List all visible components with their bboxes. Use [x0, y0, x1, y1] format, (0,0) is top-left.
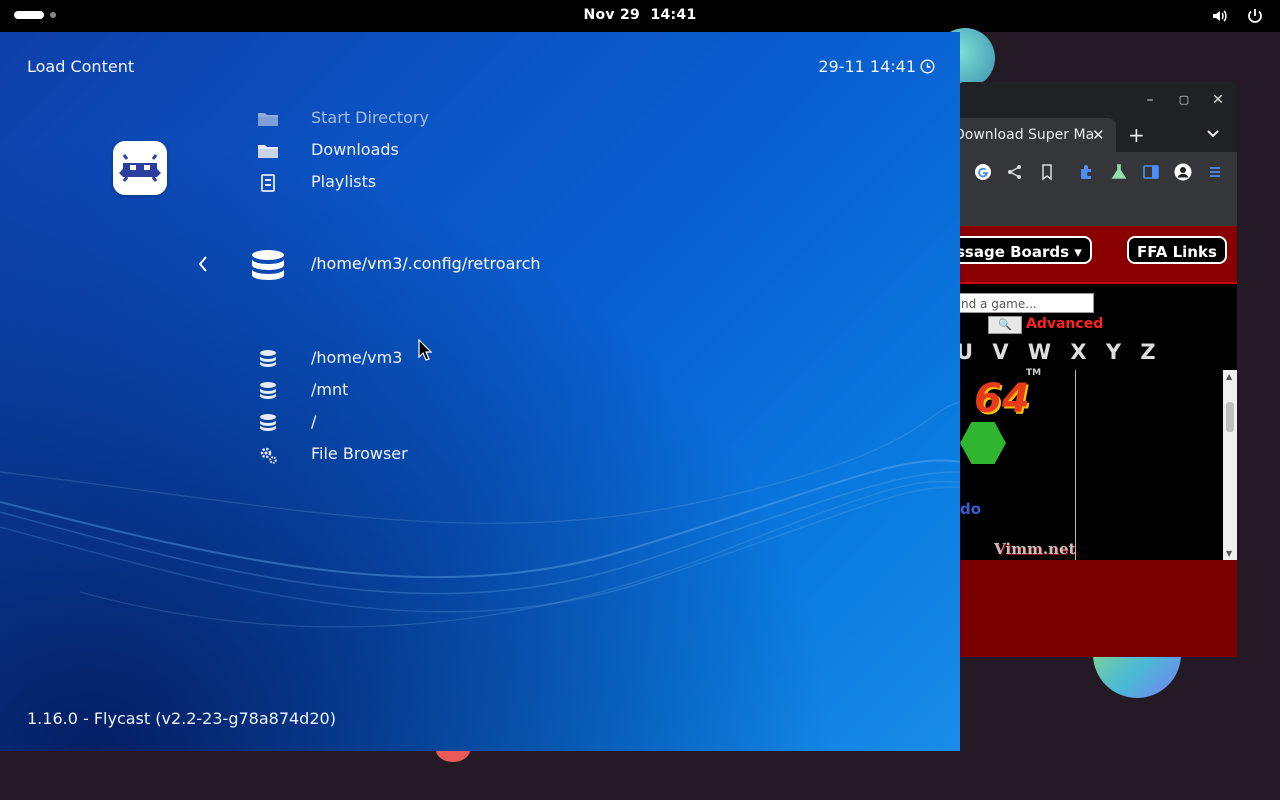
alphabet-links[interactable]: U V W X Y Z	[958, 340, 1162, 364]
scroll-down-icon[interactable]: ▼	[1226, 549, 1232, 558]
site-logo[interactable]: Vimm.net	[994, 540, 1075, 558]
folder-icon	[258, 113, 278, 126]
menu-item-label: /home/vm3/.config/retroarch	[311, 254, 541, 273]
menu-item-home-vm3[interactable]: /home/vm3	[255, 343, 755, 375]
page-title: Load Content	[27, 57, 135, 76]
menu-item-start-directory[interactable]: Start Directory	[255, 103, 755, 135]
folder-icon	[258, 145, 278, 158]
game-search-input[interactable]: nd a game...	[958, 293, 1094, 313]
profile-avatar-icon[interactable]	[1174, 163, 1192, 181]
ffa-links-button[interactable]: FFA Links	[1127, 236, 1227, 264]
browser-toolbar	[958, 152, 1237, 192]
retroarch-clock-text: 29-11 14:41	[818, 57, 916, 76]
browser-tab[interactable]: Download Super Ma ✕	[958, 118, 1116, 152]
menu-item-root[interactable]: /	[255, 407, 755, 439]
clock[interactable]: Nov 29 14:41	[0, 7, 1280, 23]
page-nav-bar: ssage Boards ▾ FFA Links	[958, 226, 1237, 284]
retroarch-window[interactable]: Load Content 29-11 14:41 Start Directory…	[0, 32, 960, 751]
content-divider	[1075, 370, 1076, 560]
scroll-up-icon[interactable]: ▲	[1226, 372, 1232, 381]
search-button[interactable]: 🔍	[988, 316, 1022, 334]
invader-icon	[119, 154, 161, 182]
playlist-icon	[261, 174, 275, 192]
menu-item-file-browser[interactable]: File Browser	[255, 439, 755, 471]
database-icon	[260, 414, 276, 431]
message-boards-button[interactable]: ssage Boards ▾	[958, 236, 1092, 264]
menu-item-label: Downloads	[311, 140, 399, 159]
menu-item-playlists[interactable]: Playlists	[255, 167, 755, 199]
advanced-search-link[interactable]: Advanced	[1026, 316, 1103, 332]
clock-date[interactable]: Nov 29	[583, 7, 640, 23]
menu-item-label: Playlists	[311, 172, 377, 191]
page-content: nd a game... 🔍 Advanced U V W X Y Z TM 6…	[958, 284, 1237, 560]
bookmarks-bar	[958, 192, 1237, 227]
bookmark-icon[interactable]	[1038, 163, 1056, 181]
n64-logo-number: 64	[974, 376, 1030, 422]
menu-item-label: Start Directory	[311, 108, 429, 127]
close-icon[interactable]: ✕	[1210, 92, 1226, 108]
database-icon	[260, 382, 276, 399]
version-label: 1.16.0 - Flycast (v2.2-23-g78a874d20)	[27, 709, 336, 728]
menu-item-label: /	[311, 412, 317, 431]
retroarch-logo-icon	[113, 141, 167, 195]
menu-item-mnt[interactable]: /mnt	[255, 375, 755, 407]
gears-icon	[260, 447, 277, 464]
google-icon[interactable]	[974, 163, 992, 181]
mouse-cursor-icon	[418, 339, 432, 361]
clock-time[interactable]: 14:41	[650, 7, 696, 23]
clock-icon	[920, 59, 935, 74]
browser-titlebar[interactable]: – ▢ ✕	[958, 82, 1237, 118]
browser-tab-strip: Download Super Ma ✕ +	[958, 118, 1237, 152]
system-tray[interactable]	[1199, 7, 1264, 25]
scroll-thumb[interactable]	[1226, 402, 1234, 432]
back-arrow-icon[interactable]	[195, 254, 211, 274]
volume-icon[interactable]	[1211, 7, 1229, 25]
n64-logo-shape	[960, 422, 1006, 464]
minimize-icon[interactable]: –	[1142, 92, 1158, 108]
page-scrollbar[interactable]: ▲ ▼	[1223, 370, 1237, 560]
browser-tab-title: Download Super Ma	[958, 127, 1095, 143]
menu-item-label: /home/vm3	[311, 348, 403, 367]
share-icon[interactable]	[1006, 163, 1024, 181]
extensions-icon[interactable]	[1078, 163, 1096, 181]
power-icon[interactable]	[1246, 7, 1264, 25]
labs-icon[interactable]	[1110, 163, 1128, 181]
database-icon	[260, 350, 276, 367]
maximize-icon[interactable]: ▢	[1176, 92, 1192, 108]
tab-close-icon[interactable]: ✕	[1092, 126, 1105, 144]
chevron-down-icon[interactable]	[1206, 127, 1220, 141]
web-page: ssage Boards ▾ FFA Links nd a game... 🔍 …	[958, 226, 1237, 657]
database-icon	[252, 250, 284, 280]
logo-partial-text: do	[960, 500, 982, 518]
menu-item-downloads[interactable]: Downloads	[255, 135, 755, 167]
side-panel-icon[interactable]	[1142, 163, 1160, 181]
menu-item-label: /mnt	[311, 380, 349, 399]
menu-icon[interactable]	[1206, 163, 1224, 181]
new-tab-button[interactable]: +	[1128, 123, 1145, 147]
retroarch-clock: 29-11 14:41	[818, 57, 935, 76]
browser-window[interactable]: – ▢ ✕ Download Super Ma ✕ + ssage Boards…	[958, 82, 1237, 657]
top-bar: Nov 29 14:41	[0, 0, 1280, 32]
menu-item-selected-directory[interactable]: /home/vm3/.config/retroarch	[195, 246, 795, 286]
menu-item-label: File Browser	[311, 444, 408, 463]
